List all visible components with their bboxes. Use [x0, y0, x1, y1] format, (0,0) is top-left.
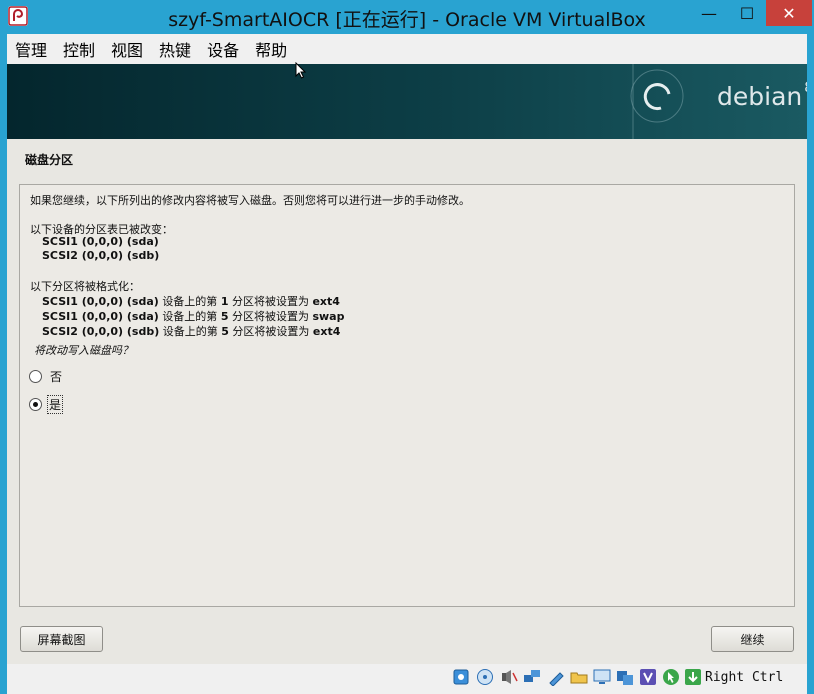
partition-summary-panel: 如果您继续，以下所列出的修改内容将被写入磁盘。否则您将可以进行进一步的手动修改。… — [19, 184, 795, 607]
intro-text: 如果您继续，以下所列出的修改内容将被写入磁盘。否则您将可以进行进一步的手动修改。 — [30, 194, 470, 207]
menu-help[interactable]: 帮助 — [247, 37, 295, 61]
radio-no-label[interactable]: 否 — [50, 368, 62, 385]
usb-icon[interactable] — [547, 668, 565, 686]
menu-hotkeys[interactable]: 热键 — [151, 37, 199, 61]
screenshot-button[interactable]: 屏幕截图 — [20, 626, 103, 652]
radio-yes[interactable] — [29, 398, 42, 411]
changed-device: SCSI1 (0,0,0) (sda) — [42, 235, 159, 248]
radio-selected-dot — [33, 402, 38, 407]
hard-disk-icon[interactable] — [452, 668, 470, 686]
continue-button[interactable]: 继续 — [711, 626, 794, 652]
maximize-icon: ☐ — [739, 3, 755, 23]
close-icon: ✕ — [782, 3, 796, 23]
radio-no[interactable] — [29, 370, 42, 383]
changed-device: SCSI2 (0,0,0) (sdb) — [42, 249, 160, 262]
mouse-pointer-icon — [295, 62, 307, 79]
menu-control[interactable]: 控制 — [55, 37, 103, 61]
title-bar[interactable]: szyf-SmartAIOCR [正在运行] - Oracle VM Virtu… — [0, 0, 814, 33]
host-key-label: Right Ctrl — [705, 670, 784, 685]
format-item: SCSI1 (0,0,0) (sda) 设备上的第 5 分区将被设置为 swap — [42, 310, 345, 323]
menu-devices[interactable]: 设备 — [199, 37, 247, 61]
audio-icon[interactable] — [500, 668, 518, 686]
radio-yes-label[interactable]: 是 — [47, 395, 64, 414]
status-bar: Right Ctrl — [7, 664, 807, 694]
network-icon[interactable] — [523, 668, 541, 686]
guest-screen[interactable]: debian8 磁盘分区 如果您继续，以下所列出的修改内容将被写入磁盘。否则您将… — [7, 64, 807, 664]
format-item: SCSI2 (0,0,0) (sdb) 设备上的第 5 分区将被设置为 ext4 — [42, 325, 341, 338]
menu-machine[interactable]: 管理 — [7, 37, 55, 61]
optical-drive-icon[interactable] — [476, 668, 494, 686]
maximize-button[interactable]: ☐ — [728, 0, 766, 26]
menu-view[interactable]: 视图 — [103, 37, 151, 61]
debian-logo-text: debian8 — [717, 80, 807, 111]
mouse-integration-icon[interactable] — [662, 668, 680, 686]
debian-banner: debian8 — [7, 64, 807, 139]
page-title: 磁盘分区 — [25, 153, 74, 167]
host-key-icon[interactable] — [684, 668, 702, 686]
confirm-question: 将改动写入磁盘吗？ — [34, 344, 133, 357]
virtualization-icon[interactable] — [639, 668, 657, 686]
display-icon[interactable] — [593, 668, 611, 686]
video-capture-icon[interactable] — [616, 668, 634, 686]
minimize-icon: — — [701, 3, 717, 23]
format-item: SCSI1 (0,0,0) (sda) 设备上的第 1 分区将被设置为 ext4 — [42, 295, 340, 308]
format-heading: 以下分区将被格式化： — [30, 280, 140, 293]
minimize-button[interactable]: — — [690, 0, 728, 26]
close-button[interactable]: ✕ — [766, 0, 812, 26]
shared-folders-icon[interactable] — [570, 668, 588, 686]
virtualbox-window: szyf-SmartAIOCR [正在运行] - Oracle VM Virtu… — [0, 0, 814, 694]
menu-bar: 管理 控制 视图 热键 设备 帮助 — [7, 34, 807, 64]
